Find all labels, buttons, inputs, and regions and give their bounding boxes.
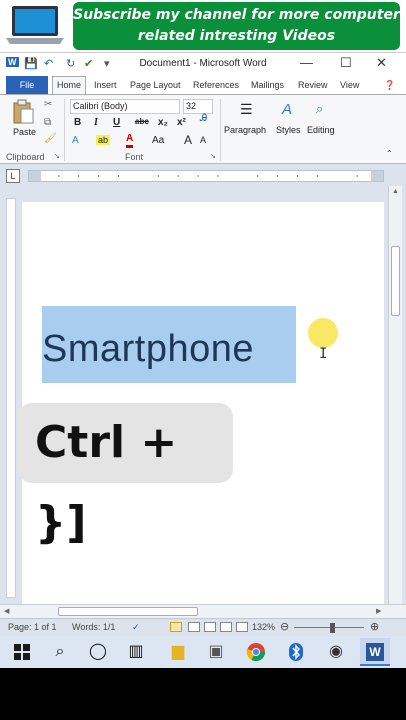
clipboard-launcher-icon[interactable]: ↘ — [54, 152, 60, 160]
font-group-label: Font — [125, 152, 144, 162]
shrink-font-button[interactable]: A — [200, 135, 206, 145]
status-bar: Page: 1 of 1 Words: 1/1 ✓ 132% ⊖ ⊕ — [0, 618, 406, 636]
strikethrough-button[interactable]: abc — [135, 117, 149, 126]
ibeam-cursor-icon: I — [319, 346, 328, 362]
change-case-button[interactable]: Aa — [152, 135, 164, 146]
tab-page-layout[interactable]: Page Layout — [130, 80, 181, 90]
italic-button[interactable]: I — [94, 117, 98, 128]
collapse-ribbon-icon[interactable]: ⌃ — [386, 149, 393, 158]
laptop-icon — [6, 6, 64, 44]
search-icon[interactable]: ⌕ — [50, 642, 70, 662]
file-explorer-icon[interactable]: ▆ — [168, 642, 188, 662]
paste-icon[interactable] — [12, 99, 34, 125]
outline-view-icon[interactable] — [220, 622, 232, 632]
word-count[interactable]: Words: 1/1 — [72, 622, 115, 632]
screen: Subscribe my channel for more computer r… — [0, 0, 406, 720]
word-app-icon[interactable]: W — [366, 643, 384, 661]
vertical-scrollbar[interactable]: ▲ — [388, 186, 402, 604]
superscript-button[interactable]: x² — [177, 117, 186, 128]
find-replace-icon[interactable]: ⌕ — [316, 101, 323, 117]
help-icon[interactable]: ❓ — [384, 80, 395, 91]
scroll-left-icon[interactable]: ◀ — [4, 607, 9, 615]
banner-line-2: related intresting Videos — [137, 28, 336, 44]
windows-start-icon[interactable] — [12, 642, 32, 662]
horizontal-scroll-thumb[interactable] — [58, 607, 198, 616]
photo-app-icon[interactable]: ▣ — [206, 642, 226, 662]
chrome-icon[interactable] — [246, 642, 266, 662]
tab-home[interactable]: Home — [52, 76, 86, 94]
text-effects-icon[interactable]: A — [72, 135, 79, 146]
web-layout-view-icon[interactable] — [204, 622, 216, 632]
tab-view[interactable]: View — [340, 80, 359, 90]
paragraph-icon[interactable]: ☰ — [240, 101, 253, 118]
horizontal-scrollbar[interactable]: ◀ ▶ — [0, 604, 406, 618]
zoom-slider-track[interactable] — [294, 627, 364, 628]
cut-icon[interactable]: ✂ — [44, 99, 52, 110]
clear-formatting-icon[interactable]: Ꭿ — [200, 113, 207, 124]
draft-view-icon[interactable] — [236, 622, 248, 632]
scroll-right-icon[interactable]: ▶ — [376, 607, 381, 615]
ribbon-home: Paste ✂ ⧉ 🖌 Clipboard ↘ Calibri (Body) 3… — [0, 94, 406, 164]
full-screen-view-icon[interactable] — [188, 622, 200, 632]
subscript-button[interactable]: x₂ — [158, 117, 168, 128]
bluetooth-icon[interactable] — [286, 642, 306, 662]
media-player-icon[interactable]: ◉ — [326, 642, 346, 662]
paragraph-button[interactable]: Paragraph — [224, 125, 266, 135]
font-size-select[interactable]: 32 — [183, 99, 213, 114]
maximize-button[interactable]: ☐ — [340, 55, 352, 71]
vertical-ruler[interactable] — [6, 198, 16, 598]
taskbar-word-active[interactable]: W — [360, 638, 390, 666]
task-view-icon[interactable]: ▥ — [126, 642, 146, 662]
zoom-in-icon[interactable]: ⊕ — [370, 620, 379, 633]
subscribe-banner: Subscribe my channel for more computer r… — [73, 2, 400, 50]
promo-banner: Subscribe my channel for more computer r… — [0, 0, 406, 52]
vertical-scroll-thumb[interactable] — [391, 246, 400, 316]
selected-word[interactable]: Smartphone — [42, 328, 254, 371]
banner-line-1: Subscribe my channel for more computer — [73, 7, 400, 23]
proofing-icon[interactable]: ✓ — [132, 622, 140, 633]
tab-selector[interactable]: L — [6, 169, 20, 183]
font-name-select[interactable]: Calibri (Body) — [70, 99, 180, 114]
tab-file[interactable]: File — [6, 76, 48, 94]
tab-mailings[interactable]: Mailings — [251, 80, 284, 90]
windows-taskbar: ⌕ ◯ ▥ ▆ ▣ ◉ W — [0, 636, 406, 668]
font-launcher-icon[interactable]: ↘ — [210, 152, 216, 160]
format-painter-icon[interactable]: 🖌 — [44, 133, 57, 144]
zoom-slider-thumb[interactable] — [330, 623, 335, 633]
highlight-icon[interactable]: ab — [96, 135, 111, 145]
font-color-button[interactable]: A — [126, 133, 134, 148]
divider — [220, 99, 221, 161]
styles-icon[interactable]: A — [282, 101, 292, 118]
shortcut-overlay: Ctrl + }] — [18, 403, 233, 548]
title-bar: W 💾 ↶ ↻ ✔ ▾ Document1 - Microsoft Word —… — [0, 52, 406, 76]
cursor-highlight — [308, 318, 338, 348]
close-button[interactable]: ✕ — [376, 55, 387, 71]
copy-icon[interactable]: ⧉ — [44, 117, 51, 128]
divider — [64, 99, 65, 161]
zoom-level[interactable]: 132% — [252, 622, 275, 632]
cortana-icon[interactable]: ◯ — [88, 642, 108, 662]
page-count[interactable]: Page: 1 of 1 — [8, 622, 57, 632]
styles-button[interactable]: Styles — [276, 125, 301, 135]
video-letterbox — [0, 668, 406, 720]
bold-button[interactable]: B — [74, 117, 81, 128]
tab-references[interactable]: References — [193, 80, 239, 90]
grow-font-button[interactable]: A — [184, 133, 192, 147]
underline-button[interactable]: U — [113, 117, 120, 128]
editing-button[interactable]: Editing — [307, 125, 335, 135]
print-layout-view-icon[interactable] — [170, 622, 182, 632]
paste-label[interactable]: Paste — [13, 127, 36, 137]
ruler-bar: L — [0, 164, 406, 186]
horizontal-ruler[interactable] — [28, 170, 384, 182]
scroll-up-icon[interactable]: ▲ — [392, 188, 399, 195]
tab-insert[interactable]: Insert — [94, 80, 117, 90]
zoom-out-icon[interactable]: ⊖ — [280, 620, 289, 633]
clipboard-group-label: Clipboard — [6, 152, 45, 162]
tab-review[interactable]: Review — [298, 80, 328, 90]
minimize-button[interactable]: — — [300, 55, 313, 70]
ribbon-tabs: File Home Insert Page Layout References … — [0, 76, 406, 94]
